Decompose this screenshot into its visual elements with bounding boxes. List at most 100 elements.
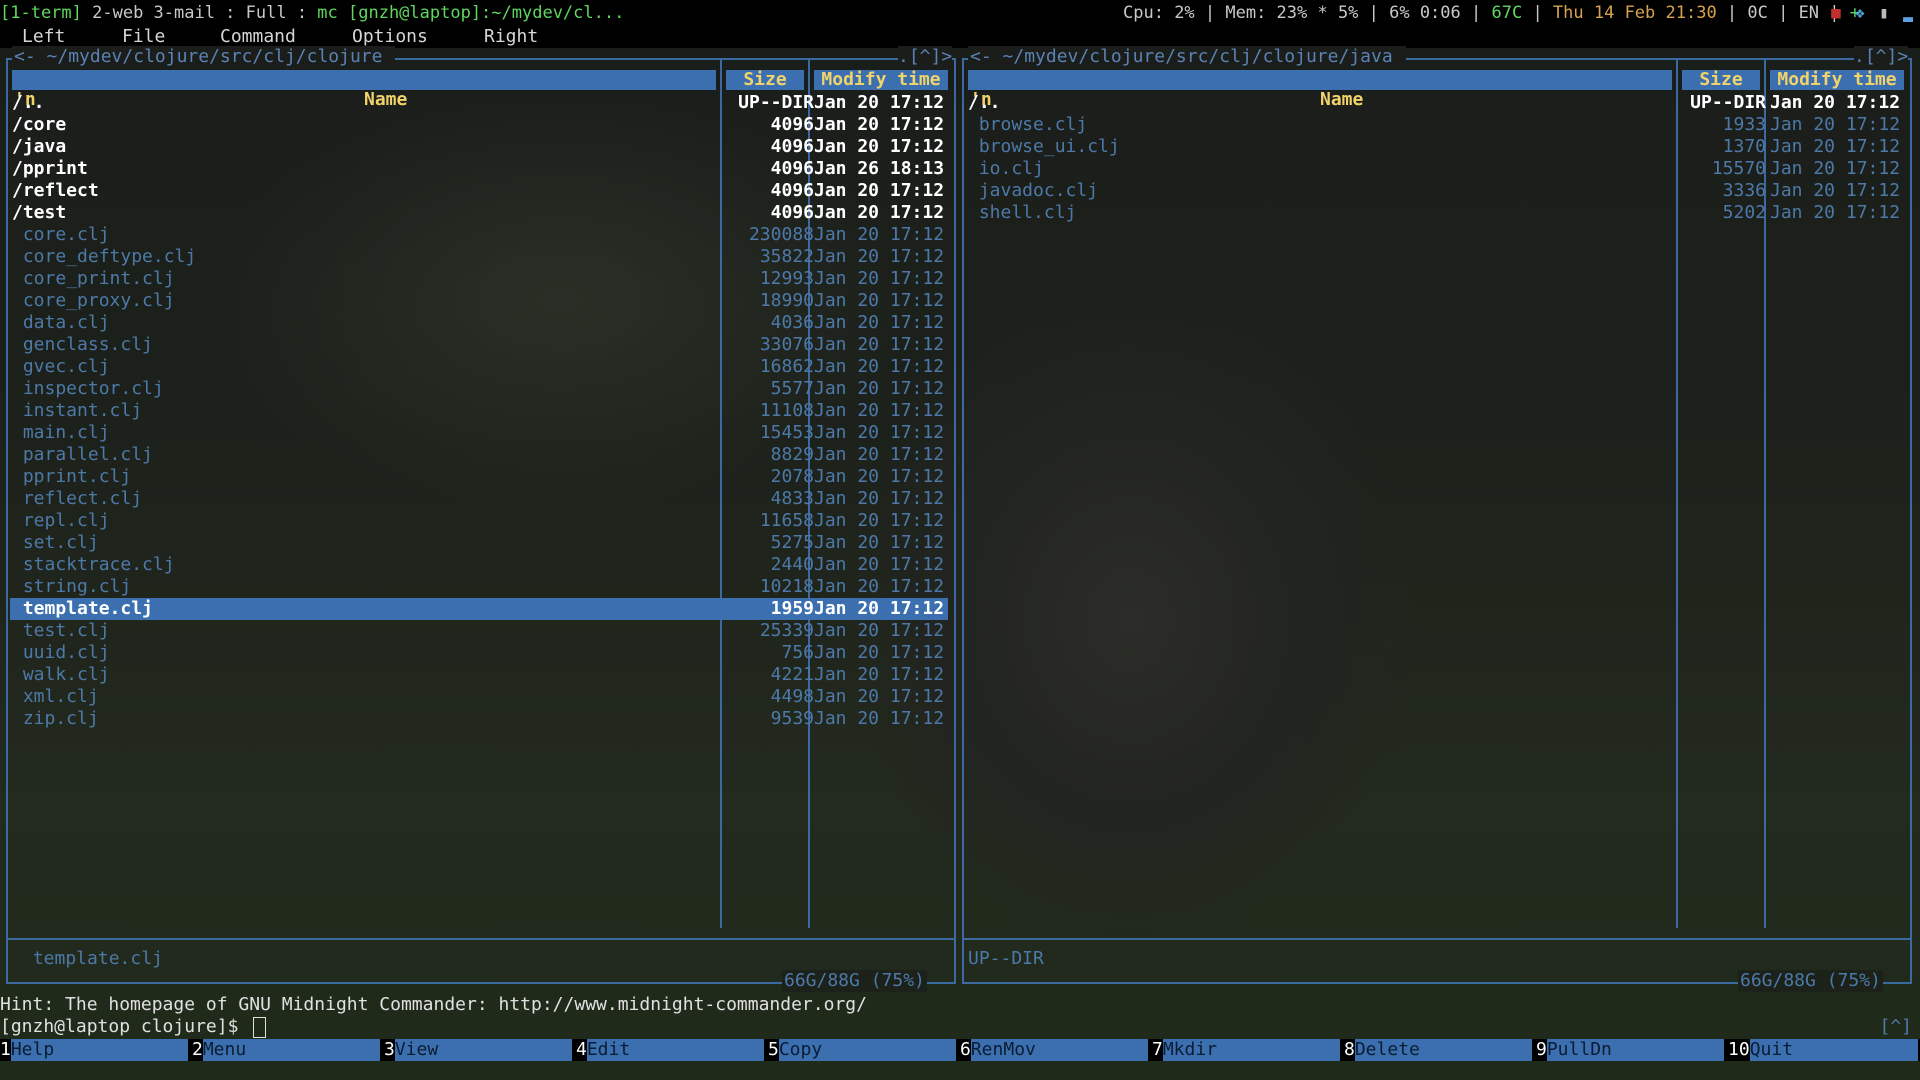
left-panel-title[interactable]: <- ~/mydev/clojure/src/clj/clojure	[12, 46, 396, 68]
function-key-bar: 1Help 2Menu 3View 4Edit 5Copy 6RenMov 7Mkdir 8D…	[0, 1039, 1920, 1061]
file-size: 1933	[1722, 114, 1766, 135]
right-panel-corner-arrow[interactable]: <-	[970, 46, 992, 67]
file-row[interactable]: walk.clj 4221 Jan 20 17:12	[10, 664, 948, 686]
signal-icon[interactable]: ▂	[1898, 3, 1918, 23]
fkey-view[interactable]: 3View	[384, 1039, 572, 1061]
file-row[interactable]: core.clj 230088 Jan 20 17:12	[10, 224, 948, 246]
fkey-label: RenMov	[970, 1039, 1148, 1061]
file-row[interactable]: javadoc.clj 3336 Jan 20 17:12	[966, 180, 1904, 202]
file-row[interactable]: string.clj 10218 Jan 20 17:12	[10, 576, 948, 598]
file-row[interactable]: gvec.clj 16862 Jan 20 17:12	[10, 356, 948, 378]
status-left: [1-term] 2-web 3-mail : Full : mc [gnzh@…	[0, 0, 624, 26]
fkey-copy[interactable]: 5Copy	[768, 1039, 956, 1061]
menu-file[interactable]: File	[122, 26, 165, 48]
file-mtime: Jan 20 17:12	[1770, 202, 1901, 223]
left-panel[interactable]: <- ~/mydev/clojure/src/clj/clojure .[^]>…	[0, 46, 960, 992]
text-cursor[interactable]	[253, 1016, 267, 1038]
workspace-list[interactable]: 2-web 3-mail : Full :	[82, 0, 317, 26]
right-panel[interactable]: <- ~/mydev/clojure/src/clj/clojure/java …	[960, 46, 1920, 992]
file-name: zip.clj	[12, 708, 99, 729]
file-row[interactable]: /test 4096 Jan 20 17:12	[10, 202, 948, 224]
file-row[interactable]: /.. UP--DIR Jan 20 17:12	[10, 92, 948, 114]
right-panel-path: ~/mydev/clojure/src/clj/clojure/java	[1002, 46, 1393, 67]
file-row[interactable]: /core 4096 Jan 20 17:12	[10, 114, 948, 136]
file-row-selected[interactable]: template.clj 1959 Jan 20 17:12	[10, 598, 948, 620]
right-header-name[interactable]: 'n Name	[968, 70, 1672, 110]
file-row[interactable]: genclass.clj 33076 Jan 20 17:12	[10, 334, 948, 356]
fkey-edit[interactable]: 4Edit	[576, 1039, 764, 1061]
right-header-mtime[interactable]: Modify time	[1770, 70, 1904, 90]
file-mtime: Jan 20 17:12	[814, 510, 945, 531]
fkey-mkdir[interactable]: 7Mkdir	[1152, 1039, 1340, 1061]
file-row[interactable]: /.. UP--DIR Jan 20 17:12	[966, 92, 1904, 114]
file-row[interactable]: test.clj 25339 Jan 20 17:12	[10, 620, 948, 642]
file-row[interactable]: main.clj 15453 Jan 20 17:12	[10, 422, 948, 444]
battery-icon[interactable]: ▮	[1874, 3, 1894, 23]
file-mtime: Jan 20 17:12	[814, 312, 945, 333]
file-name: /..	[12, 92, 45, 113]
fkey-help[interactable]: 1Help	[0, 1039, 188, 1061]
menu-command[interactable]: Command	[220, 26, 296, 48]
fkey-label: Copy	[778, 1039, 956, 1061]
file-name: data.clj	[12, 312, 110, 333]
dropbox-icon[interactable]: ❖	[1850, 3, 1870, 23]
left-header-size[interactable]: Size	[726, 70, 804, 90]
file-size: 4221	[770, 664, 814, 685]
menu-right[interactable]: Right	[484, 26, 538, 48]
menu-options[interactable]: Options	[352, 26, 428, 48]
file-row[interactable]: uuid.clj 756 Jan 20 17:12	[10, 642, 948, 664]
app-icon[interactable]: ■	[1826, 3, 1846, 23]
file-row[interactable]: /reflect 4096 Jan 20 17:12	[10, 180, 948, 202]
file-row[interactable]: repl.clj 11658 Jan 20 17:12	[10, 510, 948, 532]
left-panel-corner[interactable]: .[^]>	[898, 46, 953, 68]
file-row[interactable]: set.clj 5275 Jan 20 17:12	[10, 532, 948, 554]
fkey-renmov[interactable]: 6RenMov	[960, 1039, 1148, 1061]
file-row[interactable]: io.clj 15570 Jan 20 17:12	[966, 158, 1904, 180]
file-row[interactable]: stacktrace.clj 2440 Jan 20 17:12	[10, 554, 948, 576]
right-header-size[interactable]: Size	[1682, 70, 1760, 90]
right-panel-corner[interactable]: .[^]>	[1854, 46, 1909, 68]
file-row[interactable]: core_deftype.clj 35822 Jan 20 17:12	[10, 246, 948, 268]
file-row[interactable]: core_print.clj 12993 Jan 20 17:12	[10, 268, 948, 290]
left-header-mtime[interactable]: Modify time	[814, 70, 948, 90]
fkey-number: 2	[192, 1039, 203, 1060]
left-header-name[interactable]: 'n Name	[12, 70, 716, 110]
file-row[interactable]: browse.clj 1933 Jan 20 17:12	[966, 114, 1904, 136]
file-mtime: Jan 20 17:12	[814, 686, 945, 707]
fkey-delete[interactable]: 8Delete	[1344, 1039, 1532, 1061]
file-row[interactable]: zip.clj 9539 Jan 20 17:12	[10, 708, 948, 730]
file-size: 18990	[759, 290, 814, 311]
file-row[interactable]: parallel.clj 8829 Jan 20 17:12	[10, 444, 948, 466]
fkey-quit[interactable]: 10Quit	[1728, 1039, 1920, 1061]
prompt-corner[interactable]: [^]	[1879, 1016, 1912, 1038]
file-mtime: Jan 20 17:12	[1770, 114, 1901, 135]
file-row[interactable]: core_proxy.clj 18990 Jan 20 17:12	[10, 290, 948, 312]
file-name: xml.clj	[12, 686, 99, 707]
file-mtime: Jan 20 17:12	[814, 620, 945, 641]
file-mtime: Jan 20 17:12	[814, 202, 945, 223]
file-row[interactable]: data.clj 4036 Jan 20 17:12	[10, 312, 948, 334]
file-row[interactable]: /java 4096 Jan 20 17:12	[10, 136, 948, 158]
command-prompt[interactable]: [gnzh@laptop clojure]$	[0, 1016, 267, 1038]
file-row[interactable]: reflect.clj 4833 Jan 20 17:12	[10, 488, 948, 510]
file-name: main.clj	[12, 422, 110, 443]
active-workspace[interactable]: [1-term]	[0, 0, 82, 26]
file-name: /core	[12, 114, 67, 135]
file-name: /reflect	[12, 180, 99, 201]
menu-left[interactable]: Left	[22, 26, 65, 48]
right-panel-title[interactable]: <- ~/mydev/clojure/src/clj/clojure/java	[968, 46, 1406, 68]
file-row[interactable]: xml.clj 4498 Jan 20 17:12	[10, 686, 948, 708]
file-mtime: Jan 20 17:12	[814, 290, 945, 311]
file-row[interactable]: inspector.clj 5577 Jan 20 17:12	[10, 378, 948, 400]
fkey-menu[interactable]: 2Menu	[192, 1039, 380, 1061]
file-row[interactable]: shell.clj 5202 Jan 20 17:12	[966, 202, 1904, 224]
file-name: /pprint	[12, 158, 88, 179]
status-right: Cpu: 2% | Mem: 23% * 5% | 6% 0:06 | 67C …	[1123, 0, 1860, 26]
file-mtime: Jan 26 18:13	[814, 158, 945, 179]
file-row[interactable]: browse_ui.clj 1370 Jan 20 17:12	[966, 136, 1904, 158]
file-row[interactable]: pprint.clj 2078 Jan 20 17:12	[10, 466, 948, 488]
file-row[interactable]: instant.clj 11108 Jan 20 17:12	[10, 400, 948, 422]
fkey-pulldn[interactable]: 9PullDn	[1536, 1039, 1724, 1061]
file-row[interactable]: /pprint 4096 Jan 26 18:13	[10, 158, 948, 180]
left-panel-corner-arrow[interactable]: <-	[14, 46, 36, 67]
